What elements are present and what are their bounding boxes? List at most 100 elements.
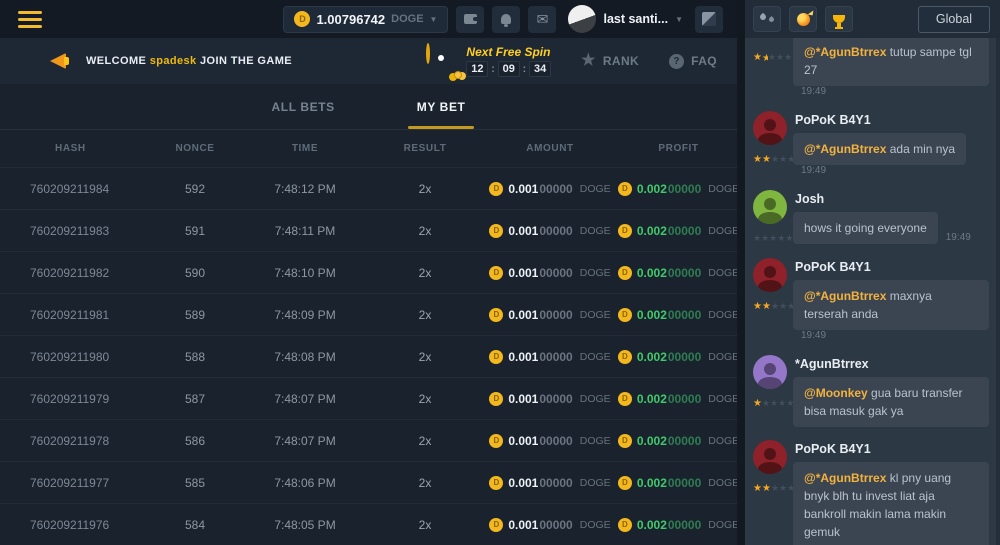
welcome-text: WELCOME spadesk JOIN THE GAME: [86, 55, 292, 67]
chat-username[interactable]: PoPoK B4Y1: [795, 442, 992, 456]
chat-scrollbar[interactable]: [996, 38, 1000, 545]
bet-row[interactable]: 7602092119825907:48:10 PM2xD0.00100000DO…: [0, 251, 737, 293]
column-header-time: TIME: [240, 143, 370, 154]
bet-row[interactable]: 7602092119845927:48:12 PM2xD0.00100000DO…: [0, 167, 737, 209]
rank-button[interactable]: ★ RANK: [581, 53, 639, 69]
doge-coin-icon: D: [489, 392, 503, 406]
bet-time: 7:48:11 PM: [240, 224, 370, 238]
balance-selector[interactable]: D 1.00796742 DOGE ▼: [283, 6, 448, 33]
chat-channel-button[interactable]: Global: [918, 6, 990, 33]
bet-amount: D0.00100000DOGE: [480, 224, 620, 238]
welcome-banner: WELCOME spadesk JOIN THE GAME Next Free …: [0, 38, 737, 84]
free-spin-timer: 12 : 09 : 34: [466, 61, 551, 77]
chat-message: ★★★★★PoPoK B4Y1@*AgunBtrrex ada min nya1…: [753, 111, 992, 177]
doge-coin-icon: D: [489, 224, 503, 238]
bet-profit: D0.00200000DOGE: [620, 392, 737, 406]
user-avatar: [568, 5, 596, 33]
chat-username[interactable]: *AgunBtrrex: [795, 357, 992, 371]
bet-hash: 760209211980: [0, 350, 150, 364]
table-header-row: HASHNONCETIMERESULTAMOUNTPROFIT: [0, 130, 737, 167]
rain-icon: [760, 13, 774, 25]
bet-hash: 760209211984: [0, 182, 150, 196]
mention-link[interactable]: @*AgunBtrrex: [804, 471, 886, 485]
message-bubble: @*AgunBtrrex kl pny uang bnyk blh tu inv…: [793, 462, 989, 545]
doge-coin-icon: D: [618, 392, 632, 406]
user-name: last santi...: [603, 12, 668, 26]
flag-icon: [702, 12, 716, 26]
spin-wheel-icon: [426, 45, 458, 77]
bet-row[interactable]: 7602092119815897:48:09 PM2xD0.00100000DO…: [0, 293, 737, 335]
wallet-button[interactable]: [456, 6, 484, 33]
main-panel: D 1.00796742 DOGE ▼ ✉ last santi... ▼: [0, 0, 737, 545]
bet-row[interactable]: 7602092119765847:48:05 PM2xD0.00100000DO…: [0, 503, 737, 545]
bet-hash: 760209211977: [0, 476, 150, 490]
coins-icon: [454, 71, 462, 79]
wallet-icon: [464, 14, 477, 24]
bet-hash: 760209211982: [0, 266, 150, 280]
bet-result: 2x: [370, 266, 480, 280]
bet-profit: D0.00200000DOGE: [620, 434, 737, 448]
doge-coin-icon: D: [618, 266, 632, 280]
bet-time: 7:48:10 PM: [240, 266, 370, 280]
bet-time: 7:48:07 PM: [240, 392, 370, 406]
chevron-down-icon: ▼: [430, 15, 438, 24]
chat-username[interactable]: PoPoK B4Y1: [795, 113, 992, 127]
bet-amount: D0.00100000DOGE: [480, 518, 620, 532]
chat-avatar[interactable]: [753, 258, 787, 292]
bet-time: 7:48:08 PM: [240, 350, 370, 364]
bet-amount: D0.00100000DOGE: [480, 434, 620, 448]
bet-row[interactable]: 7602092119835917:48:11 PM2xD0.00100000DO…: [0, 209, 737, 251]
bet-time: 7:48:05 PM: [240, 518, 370, 532]
user-menu[interactable]: last santi... ▼: [564, 5, 687, 33]
bet-row[interactable]: 7602092119795877:48:07 PM2xD0.00100000DO…: [0, 377, 737, 419]
doge-coin-icon: D: [489, 350, 503, 364]
chat-avatar[interactable]: [753, 190, 787, 224]
trophy-button[interactable]: [825, 6, 853, 32]
bet-result: 2x: [370, 350, 480, 364]
doge-coin-icon: D: [618, 224, 632, 238]
welcome-username: spadesk: [150, 55, 197, 67]
chat-avatar[interactable]: [753, 440, 787, 474]
bet-hash: 760209211976: [0, 518, 150, 532]
column-header-hash: HASH: [0, 143, 150, 154]
tab-all-bets[interactable]: ALL BETS: [266, 84, 341, 129]
user-level-stars: ★★★★★: [753, 150, 795, 166]
tab-my-bet[interactable]: MY BET: [411, 84, 472, 129]
chat-message: ★★★★★@*AgunBtrrex tutup sampe tgl 2719:4…: [753, 38, 992, 98]
flag-button[interactable]: [695, 6, 723, 33]
faq-button[interactable]: ? FAQ: [669, 54, 717, 69]
bet-row[interactable]: 7602092119775857:48:06 PM2xD0.00100000DO…: [0, 461, 737, 503]
bell-icon: [501, 14, 511, 24]
menu-icon[interactable]: [18, 11, 42, 28]
timer-minutes: 09: [498, 61, 520, 77]
chat-avatar[interactable]: [753, 111, 787, 145]
notifications-button[interactable]: [492, 6, 520, 33]
rain-button[interactable]: [753, 6, 781, 32]
mention-link[interactable]: @*AgunBtrrex: [804, 289, 886, 303]
chat-message: ★★★★★*AgunBtrrex@Moonkey gua baru transf…: [753, 355, 992, 427]
chevron-down-icon: ▼: [675, 15, 683, 24]
bet-row[interactable]: 7602092119805887:48:08 PM2xD0.00100000DO…: [0, 335, 737, 377]
bet-result: 2x: [370, 518, 480, 532]
bet-result: 2x: [370, 434, 480, 448]
panel-divider: [737, 0, 745, 545]
chat-username[interactable]: PoPoK B4Y1: [795, 260, 992, 274]
fireball-button[interactable]: [789, 6, 817, 32]
bet-nonce: 589: [150, 308, 240, 322]
bet-nonce: 592: [150, 182, 240, 196]
bet-row[interactable]: 7602092119785867:48:07 PM2xD0.00100000DO…: [0, 419, 737, 461]
chat-username[interactable]: Josh: [795, 192, 992, 206]
bet-nonce: 588: [150, 350, 240, 364]
user-level-stars: ★★★★★: [753, 479, 795, 495]
mention-link[interactable]: @Moonkey: [804, 386, 868, 400]
bet-nonce: 591: [150, 224, 240, 238]
rank-label: RANK: [603, 54, 639, 68]
message-bubble: @*AgunBtrrex tutup sampe tgl 27: [793, 38, 989, 86]
chat-avatar[interactable]: [753, 355, 787, 389]
messages-button[interactable]: ✉: [528, 6, 556, 33]
mention-link[interactable]: @*AgunBtrrex: [804, 45, 886, 59]
bet-hash: 760209211979: [0, 392, 150, 406]
mention-link[interactable]: @*AgunBtrrex: [804, 142, 886, 156]
bet-profit: D0.00200000DOGE: [620, 182, 737, 196]
free-spin-widget[interactable]: Next Free Spin 12 : 09 : 34: [426, 45, 551, 77]
